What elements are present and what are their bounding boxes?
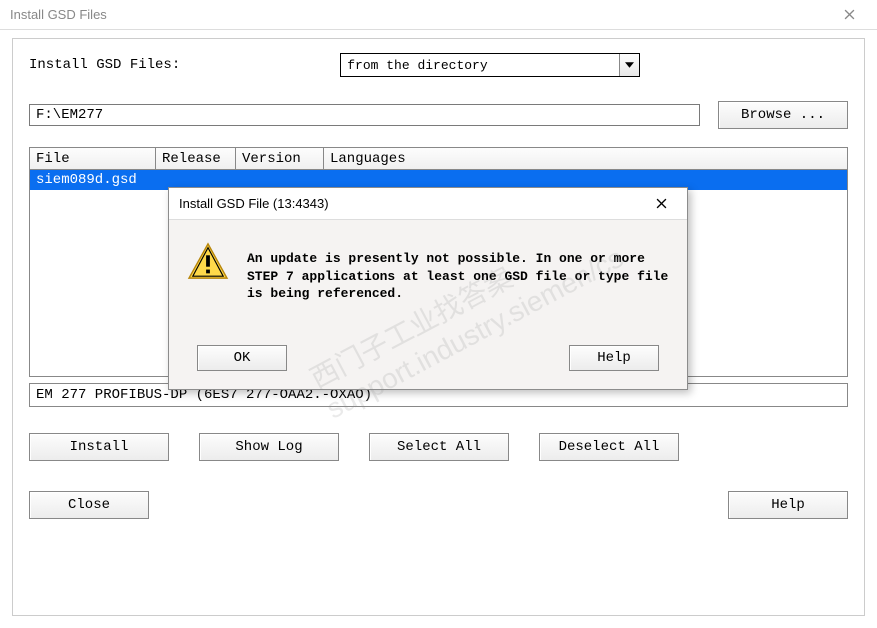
action-row: Install Show Log Select All Deselect All bbox=[29, 433, 848, 461]
col-file[interactable]: File bbox=[30, 148, 156, 170]
window-title: Install GSD Files bbox=[10, 7, 107, 22]
path-row: F:\EM277 Browse ... bbox=[29, 101, 848, 129]
path-value: F:\EM277 bbox=[36, 107, 103, 123]
footer-row: Close Help bbox=[29, 491, 848, 519]
col-version[interactable]: Version bbox=[236, 148, 324, 170]
dialog-button-row: OK Help bbox=[187, 345, 669, 375]
source-row: Install GSD Files: from the directory bbox=[29, 53, 848, 77]
close-button[interactable]: Close bbox=[29, 491, 149, 519]
source-label: Install GSD Files: bbox=[29, 57, 180, 73]
dialog-title: Install GSD File (13:4343) bbox=[179, 196, 329, 211]
dialog-titlebar: Install GSD File (13:4343) bbox=[169, 188, 687, 220]
source-combo-value: from the directory bbox=[347, 58, 487, 73]
selectall-button[interactable]: Select All bbox=[369, 433, 509, 461]
error-dialog: Install GSD File (13:4343) An update is … bbox=[168, 187, 688, 390]
ok-button[interactable]: OK bbox=[197, 345, 287, 371]
chevron-down-icon bbox=[619, 54, 639, 76]
dialog-close-button[interactable] bbox=[641, 190, 681, 218]
browse-button[interactable]: Browse ... bbox=[718, 101, 848, 129]
window-titlebar: Install GSD Files bbox=[0, 0, 877, 30]
dialog-body: An update is presently not possible. In … bbox=[169, 220, 687, 389]
col-languages[interactable]: Languages bbox=[324, 148, 847, 170]
col-release[interactable]: Release bbox=[156, 148, 236, 170]
table-header: File Release Version Languages bbox=[30, 148, 847, 170]
dialog-message: An update is presently not possible. In … bbox=[247, 242, 669, 303]
help-button[interactable]: Help bbox=[728, 491, 848, 519]
showlog-button[interactable]: Show Log bbox=[199, 433, 339, 461]
warning-icon bbox=[187, 242, 229, 284]
window-close-button[interactable] bbox=[829, 1, 869, 29]
install-button[interactable]: Install bbox=[29, 433, 169, 461]
path-input[interactable]: F:\EM277 bbox=[29, 104, 700, 126]
cell-file: siem089d.gsd bbox=[30, 170, 156, 190]
dialog-help-button[interactable]: Help bbox=[569, 345, 659, 371]
source-combo[interactable]: from the directory bbox=[340, 53, 640, 77]
deselectall-button[interactable]: Deselect All bbox=[539, 433, 679, 461]
